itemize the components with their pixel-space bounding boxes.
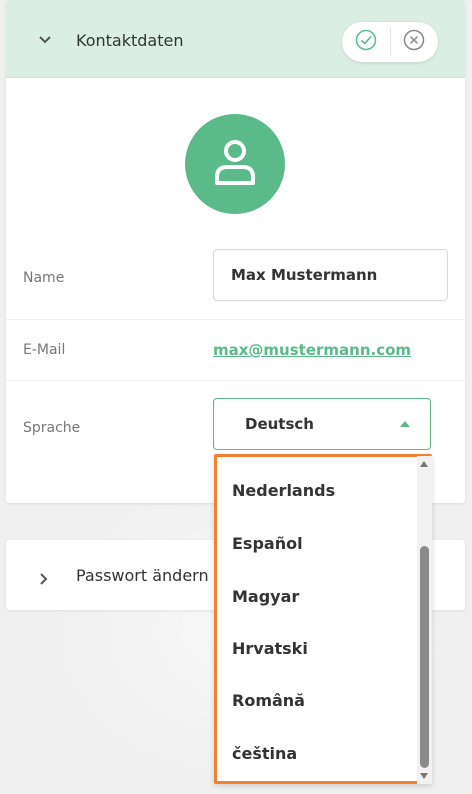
- email-label: E-Mail: [23, 342, 66, 358]
- scroll-up-icon[interactable]: [420, 461, 428, 467]
- language-selected-value: Deutsch: [245, 415, 314, 433]
- language-option[interactable]: Magyar: [232, 587, 299, 606]
- cancel-button[interactable]: [390, 22, 438, 62]
- name-input[interactable]: [213, 249, 448, 301]
- user-icon: [211, 137, 259, 191]
- scroll-down-icon[interactable]: [420, 773, 428, 779]
- header-actions: [342, 22, 438, 62]
- chevron-right-icon: [40, 570, 48, 589]
- email-link[interactable]: max@mustermann.com: [213, 341, 411, 359]
- name-label: Name: [23, 270, 65, 286]
- caret-up-icon: [400, 421, 410, 427]
- language-option[interactable]: Nederlands: [232, 481, 335, 500]
- x-circle-icon: [403, 29, 425, 55]
- language-option[interactable]: Español: [232, 534, 303, 553]
- language-option[interactable]: Română: [232, 691, 305, 710]
- name-row: Name: [6, 238, 465, 320]
- contact-card-header[interactable]: Kontaktdaten: [6, 0, 465, 78]
- email-row: E-Mail max@mustermann.com: [6, 320, 465, 381]
- dropdown-scrollbar[interactable]: [417, 456, 432, 784]
- contact-card-title: Kontaktdaten: [76, 31, 184, 50]
- check-circle-icon: [355, 29, 377, 55]
- confirm-button[interactable]: [342, 22, 390, 62]
- contact-card: Kontaktdaten Name E-Mail max@mustermann.…: [6, 0, 465, 503]
- language-select[interactable]: Deutsch: [213, 398, 431, 450]
- avatar: [185, 114, 285, 214]
- language-dropdown-list: Nederlands Español Magyar Hrvatski Român…: [214, 454, 432, 784]
- password-card-title: Passwort ändern: [76, 566, 209, 585]
- language-label: Sprache: [23, 420, 81, 436]
- language-option[interactable]: čeština: [232, 744, 297, 763]
- scrollbar-thumb[interactable]: [420, 546, 429, 768]
- language-option[interactable]: Hrvatski: [232, 639, 308, 658]
- chevron-down-icon[interactable]: [39, 36, 51, 46]
